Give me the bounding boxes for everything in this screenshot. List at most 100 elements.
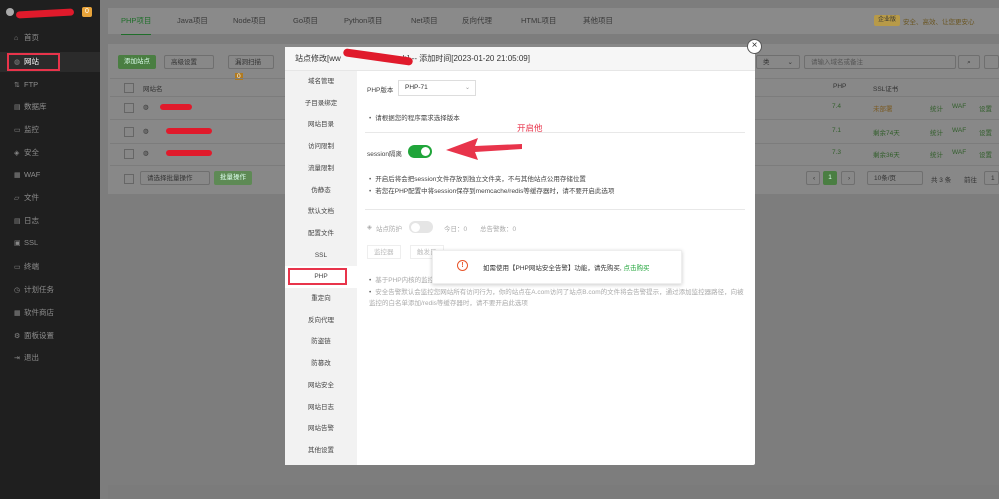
- modal-menu-item-0[interactable]: 域名管理: [285, 71, 357, 93]
- sidebar-item-10[interactable]: ▭ 终端: [0, 257, 100, 277]
- log-icon: ▤: [14, 218, 21, 225]
- sidebar-item-13[interactable]: ⚙ 面板设置: [0, 326, 100, 346]
- sidebar-item-label: 计划任务: [24, 285, 54, 294]
- tab-7[interactable]: HTML项目: [521, 8, 556, 34]
- toggle-knob: [421, 147, 430, 156]
- modal-menu-item-9[interactable]: PHP: [285, 266, 357, 289]
- row-checkbox[interactable]: [124, 149, 134, 159]
- notification-badge[interactable]: 0: [82, 7, 92, 17]
- modal-menu-item-8[interactable]: SSL: [285, 245, 357, 267]
- php-version-select[interactable]: PHP-71 ⌄: [398, 80, 476, 96]
- shield-icon: ◈: [14, 150, 20, 157]
- tab-4[interactable]: Python项目: [344, 8, 382, 34]
- tab-5[interactable]: Net项目: [411, 8, 438, 34]
- category-select[interactable]: 类 ⌄: [756, 55, 800, 69]
- col-php: PHP: [833, 83, 847, 90]
- store-icon: ▦: [14, 310, 21, 317]
- page-next[interactable]: ›: [841, 171, 855, 185]
- redaction-scribble: [160, 104, 192, 110]
- row-op[interactable]: 设置: [979, 149, 992, 159]
- modal-menu-item-3[interactable]: 访问限制: [285, 136, 357, 158]
- footer: [108, 485, 999, 499]
- scan-button[interactable]: 漏洞扫描 0: [228, 55, 274, 80]
- row-op[interactable]: WAF: [952, 103, 966, 110]
- page-current[interactable]: 1: [823, 171, 837, 185]
- refresh-icon[interactable]: [984, 55, 999, 69]
- sidebar-item-label: 首页: [24, 33, 39, 42]
- tab-0[interactable]: PHP项目: [121, 8, 152, 35]
- page-prev[interactable]: ‹: [806, 171, 820, 185]
- modal-menu-item-5[interactable]: 伪静态: [285, 180, 357, 202]
- modal-title-prefix: 站点修改[ww: [295, 54, 341, 63]
- search-input[interactable]: 请输入域名或备注: [804, 55, 956, 69]
- sidebar-item-12[interactable]: ▦ 软件商店: [0, 303, 100, 323]
- sidebar-item-4[interactable]: ▭ 监控: [0, 120, 100, 140]
- row-checkbox[interactable]: [124, 127, 134, 137]
- monitor-icon: ▭: [14, 127, 21, 134]
- tab-3[interactable]: Go项目: [293, 8, 318, 34]
- buy-link[interactable]: 点击购买: [623, 265, 649, 272]
- batch-button[interactable]: 批量操作: [214, 171, 252, 185]
- modal-menu-item-12[interactable]: 防盗链: [285, 331, 357, 353]
- sidebar-item-3[interactable]: ▤ 数据库: [0, 97, 100, 117]
- shield-icon: ◈: [367, 224, 372, 231]
- search-icon[interactable]: ⌕: [958, 55, 980, 69]
- row-op[interactable]: WAF: [952, 149, 966, 156]
- checkbox-all[interactable]: [124, 83, 134, 93]
- annotation-text: 开启他: [517, 123, 543, 133]
- clock-icon: ◷: [14, 287, 21, 294]
- modal-menu-item-11[interactable]: 反向代理: [285, 310, 357, 332]
- row-op[interactable]: WAF: [952, 127, 966, 134]
- add-site-button[interactable]: 添加站点: [118, 55, 156, 69]
- sidebar-item-9[interactable]: ▣ SSL: [0, 233, 100, 253]
- globe-icon: ◍: [143, 150, 149, 157]
- sidebar-item-6[interactable]: ▦ WAF: [0, 165, 100, 185]
- tab-8[interactable]: 其他项目: [583, 8, 613, 34]
- sidebar-item-2[interactable]: ⇅ FTP: [0, 75, 100, 95]
- advanced-settings-button[interactable]: 高级设置: [164, 55, 214, 69]
- row-op[interactable]: 统计: [930, 149, 943, 159]
- sidebar-item-0[interactable]: ⌂ 首页: [0, 28, 100, 48]
- row-php: 7.4: [832, 103, 842, 110]
- modal-menu-item-10[interactable]: 重定向: [285, 288, 357, 310]
- modal-menu-item-16[interactable]: 网站告警: [285, 418, 357, 440]
- sidebar-item-7[interactable]: ▱ 文件: [0, 188, 100, 208]
- tab-1[interactable]: Java项目: [177, 8, 208, 34]
- redaction-scribble: [166, 128, 212, 134]
- tab-2[interactable]: Node项目: [233, 8, 266, 34]
- modal-menu-item-13[interactable]: 防篡改: [285, 353, 357, 375]
- row-op[interactable]: 设置: [979, 103, 992, 113]
- toggle-knob: [411, 222, 420, 232]
- row-checkbox[interactable]: [124, 103, 134, 113]
- sidebar-item-14[interactable]: ⇥ 退出: [0, 348, 100, 368]
- row-op[interactable]: 统计: [930, 103, 943, 113]
- session-toggle[interactable]: [408, 145, 432, 158]
- batch-select[interactable]: 请选择批量操作: [140, 171, 210, 185]
- header-slogan: 安全、高效、让您更安心: [903, 19, 975, 26]
- sidebar-item-1[interactable]: ◍ 网站: [0, 52, 100, 72]
- per-page-select[interactable]: 10条/页: [867, 171, 923, 185]
- sidebar-item-11[interactable]: ◷ 计划任务: [0, 280, 100, 300]
- guard-toggle[interactable]: [409, 221, 433, 233]
- checkbox-batch[interactable]: [124, 174, 134, 184]
- modal-menu-item-4[interactable]: 流量限制: [285, 158, 357, 180]
- modal-menu-item-15[interactable]: 网站日志: [285, 397, 357, 419]
- sidebar-item-5[interactable]: ◈ 安全: [0, 143, 100, 163]
- row-op[interactable]: 设置: [979, 127, 992, 137]
- modal-menu-item-14[interactable]: 网站安全: [285, 375, 357, 397]
- modal-menu-item-17[interactable]: 其他设置: [285, 440, 357, 462]
- modal-menu-item-1[interactable]: 子目录绑定: [285, 93, 357, 115]
- sidebar-item-8[interactable]: ▤ 日志: [0, 211, 100, 231]
- modal-menu-item-7[interactable]: 配置文件: [285, 223, 357, 245]
- modal-menu-item-2[interactable]: 网站目录: [285, 114, 357, 136]
- row-op[interactable]: 统计: [930, 127, 943, 137]
- close-icon[interactable]: ×: [747, 39, 762, 54]
- annotation-arrow: [446, 138, 522, 160]
- monitor-button[interactable]: 监控器: [367, 245, 401, 259]
- modal-menu-item-6[interactable]: 默认文档: [285, 201, 357, 223]
- enterprise-badge[interactable]: 企业版: [874, 15, 900, 26]
- warning-icon: !: [457, 260, 468, 271]
- goto-page-input[interactable]: 1: [984, 171, 999, 185]
- tab-6[interactable]: 反向代理: [462, 8, 492, 34]
- sidebar-item-label: 网站: [24, 57, 39, 66]
